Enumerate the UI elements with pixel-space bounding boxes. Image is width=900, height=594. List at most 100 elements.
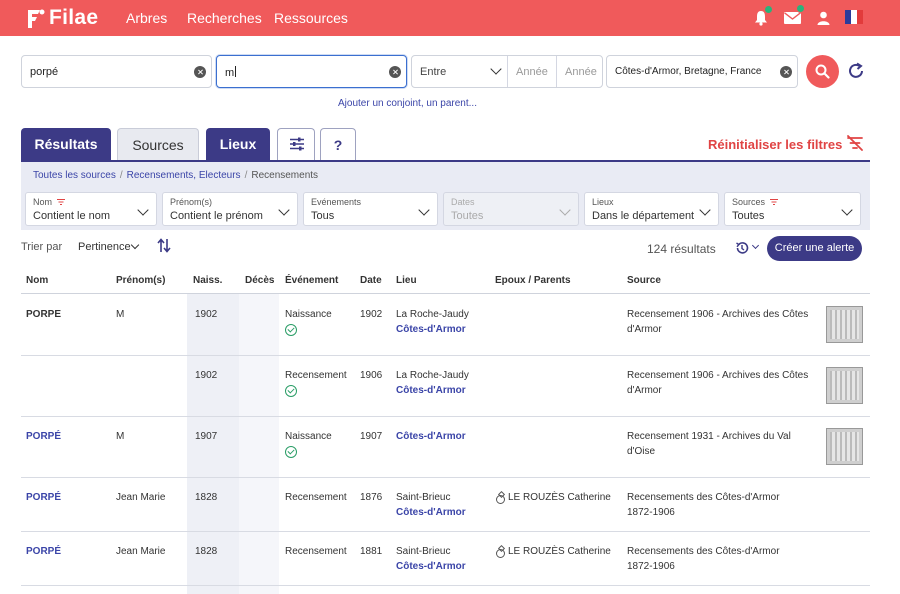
- row-naiss: 1907: [195, 431, 218, 442]
- filter-dates: Dates Toutes: [443, 192, 579, 226]
- row-spouse[interactable]: LE ROUZÈS Catherine: [508, 544, 611, 559]
- row-nom[interactable]: PORPÉ: [26, 429, 61, 444]
- row-nom[interactable]: PORPÉ: [26, 544, 61, 559]
- row-nom[interactable]: PORPÉ: [26, 490, 61, 505]
- record-thumbnail[interactable]: [826, 306, 863, 343]
- filter-nom[interactable]: Nom Contient le nom: [25, 192, 157, 226]
- row-naiss: 1828: [195, 546, 218, 557]
- row-event: Naissance: [285, 431, 332, 442]
- row-source: Recensements des Côtes-d'Armor: [627, 546, 780, 557]
- filter-lieux-value: Dans le département: [592, 210, 695, 222]
- row-place-dept[interactable]: Côtes-d'Armor: [396, 559, 466, 574]
- breadcrumb-census-voters[interactable]: Recensements, Electeurs: [127, 170, 241, 181]
- tab-results[interactable]: Résultats: [21, 128, 111, 160]
- breadcrumb-all-sources[interactable]: Toutes les sources: [33, 170, 116, 181]
- nav-recherches[interactable]: Recherches: [187, 10, 262, 26]
- last-name-field[interactable]: porpé: [21, 55, 212, 88]
- row-source: Recensement 1906 - Archives des Côtes: [627, 370, 809, 381]
- filter-evenements-label: Evénements: [311, 197, 362, 207]
- year-from-input[interactable]: Année: [516, 66, 548, 78]
- row-date: 1906: [360, 370, 383, 381]
- filter-evenements-value: Tous: [311, 210, 335, 222]
- refresh-icon[interactable]: [847, 62, 865, 80]
- col-header-evenement[interactable]: Événement: [285, 275, 338, 286]
- tab-filters[interactable]: [277, 128, 315, 160]
- col-header-naiss[interactable]: Naiss.: [193, 275, 222, 286]
- filter-sources-value: Toutes: [732, 210, 765, 222]
- col-header-nom[interactable]: Nom: [26, 275, 48, 286]
- filae-logo[interactable]: Filae: [26, 5, 98, 31]
- search-icon: [815, 64, 830, 79]
- filter-evenements[interactable]: Evénements Tous: [303, 192, 438, 226]
- col-header-deces[interactable]: Décès: [245, 275, 274, 286]
- record-thumbnail[interactable]: [826, 367, 863, 404]
- clear-first-name-icon[interactable]: [389, 66, 401, 78]
- create-alert-button[interactable]: Créer une alerte: [767, 236, 862, 261]
- year-to-input[interactable]: Année: [565, 66, 597, 78]
- chevron-down-icon: [137, 204, 149, 216]
- clear-last-name-icon[interactable]: [194, 66, 206, 78]
- add-relative-link[interactable]: Ajouter un conjoint, un parent...: [338, 98, 477, 109]
- row-place-dept[interactable]: Côtes-d'Armor: [396, 322, 466, 337]
- chevron-down-icon: [278, 204, 290, 216]
- col-header-prenom[interactable]: Prénom(s): [116, 275, 165, 286]
- clear-place-icon[interactable]: [780, 66, 792, 78]
- nav-arbres[interactable]: Arbres: [126, 10, 167, 26]
- death-column-bg: [239, 294, 279, 594]
- filter-panel: Toutes les sources / Recensements, Electeu…: [21, 160, 870, 230]
- filter-lieux[interactable]: Lieux Dans le département: [584, 192, 719, 226]
- nav-ressources[interactable]: Ressources: [274, 10, 348, 26]
- reset-filters-link[interactable]: Réinitialiser les filtres: [708, 137, 842, 152]
- sort-order-icon[interactable]: [157, 238, 171, 253]
- row-spouse[interactable]: LE ROUZÈS Catherine: [508, 490, 611, 505]
- search-button[interactable]: [806, 55, 839, 88]
- user-icon[interactable]: [817, 11, 830, 25]
- row-prenom: Jean Marie: [116, 492, 166, 503]
- filter-prenom-label: Prénom(s): [170, 197, 213, 207]
- first-name-field[interactable]: m: [216, 55, 407, 88]
- col-header-lieu[interactable]: Lieu: [396, 275, 417, 286]
- french-flag-icon[interactable]: [845, 10, 863, 24]
- row-place-dept[interactable]: Côtes-d'Armor: [396, 383, 466, 398]
- chevron-down-icon: [418, 204, 430, 216]
- chevron-down-icon: [559, 204, 571, 216]
- row-source-cont: 1872-1906: [627, 507, 675, 518]
- tab-sources[interactable]: Sources: [117, 128, 199, 160]
- row-date: 1902: [360, 309, 383, 320]
- tab-places[interactable]: Lieux: [206, 128, 270, 160]
- col-header-source[interactable]: Source: [627, 275, 661, 286]
- row-nom[interactable]: PORPE: [26, 307, 61, 322]
- row-naiss: 1902: [195, 370, 218, 381]
- row-place-dept[interactable]: Côtes-d'Armor: [396, 505, 466, 520]
- history-icon[interactable]: [735, 241, 749, 255]
- row-place: Saint-Brieuc: [396, 546, 451, 557]
- chevron-down-icon: [841, 204, 853, 216]
- row-source-cont: d'Armor: [627, 324, 662, 335]
- place-field[interactable]: Côtes-d'Armor, Bretagne, France: [606, 55, 798, 88]
- rings-icon: [496, 549, 505, 558]
- tab-help[interactable]: ?: [320, 128, 356, 160]
- col-header-epoux-parents[interactable]: Epoux / Parents: [495, 275, 571, 286]
- place-value: Côtes-d'Armor, Bretagne, France: [615, 66, 762, 77]
- mail-icon[interactable]: [784, 12, 801, 24]
- record-thumbnail[interactable]: [826, 428, 863, 465]
- top-navbar: Filae Arbres Recherches Ressources: [0, 0, 900, 36]
- row-source: Recensement 1931 - Archives du Val: [627, 431, 791, 442]
- breadcrumb: Toutes les sources / Recensements, Electeu…: [33, 170, 319, 181]
- filter-dates-value: Toutes: [451, 210, 484, 222]
- filter-sources[interactable]: Sources Toutes: [724, 192, 861, 226]
- first-name-value: m: [225, 66, 237, 79]
- row-event: Recensement: [285, 546, 347, 557]
- sliders-icon: [290, 137, 304, 151]
- results-count: 124 résultats: [647, 242, 716, 256]
- event-range-select[interactable]: Entre: [420, 66, 446, 78]
- row-place-dept[interactable]: Côtes-d'Armor: [396, 429, 466, 444]
- row-source-cont: 1872-1906: [627, 561, 675, 572]
- breadcrumb-census: Recensements: [251, 170, 319, 181]
- filter-off-icon[interactable]: [846, 135, 864, 151]
- filae-logo-icon: [28, 9, 45, 28]
- sort-select[interactable]: Pertinence: [78, 241, 131, 253]
- col-header-date[interactable]: Date: [360, 275, 382, 286]
- filter-prenom[interactable]: Prénom(s) Contient le prénom: [162, 192, 298, 226]
- chevron-down-icon: [130, 240, 140, 250]
